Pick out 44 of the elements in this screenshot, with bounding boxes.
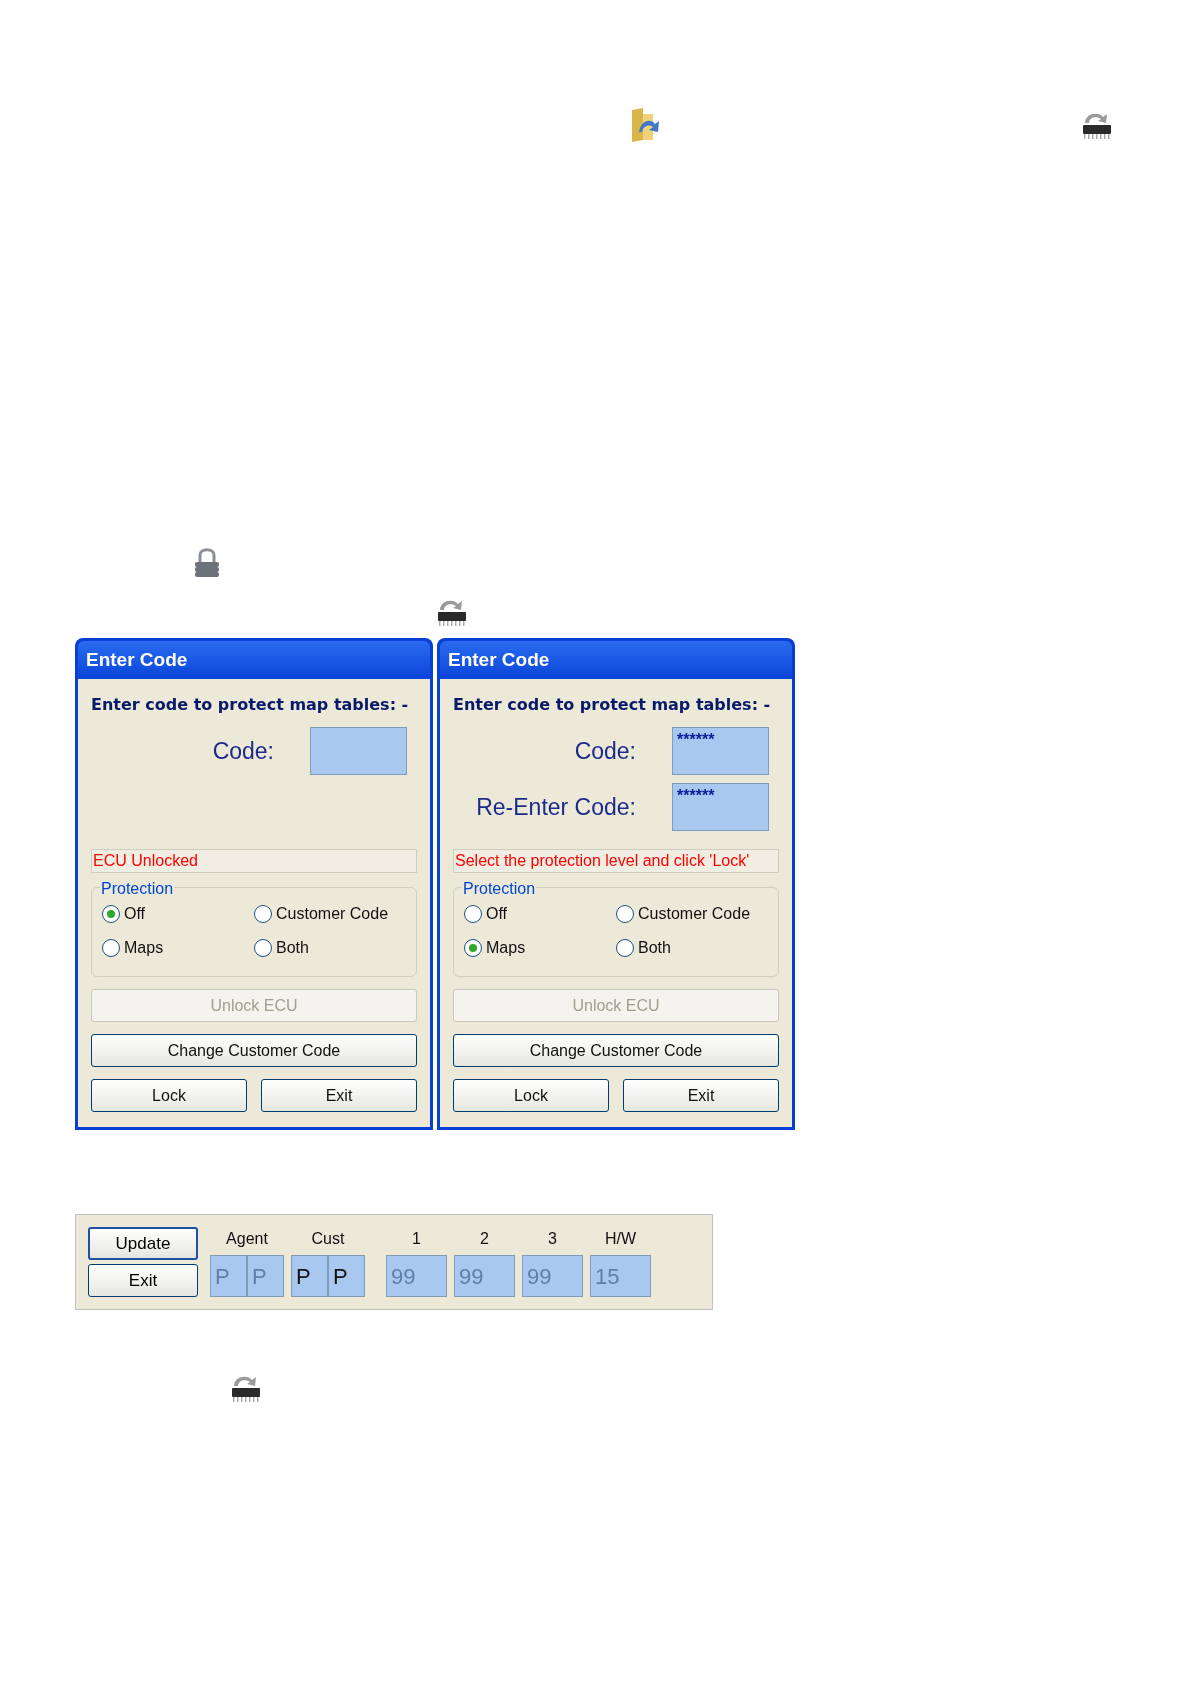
column-label: 3 [548, 1229, 557, 1249]
radio-button[interactable] [464, 939, 482, 957]
prompt-text: Enter code to protect map tables: - [453, 694, 772, 716]
field-label: Re-Enter Code: [476, 792, 636, 822]
column-label: 2 [480, 1229, 489, 1249]
toolbar-button[interactable]: Update [88, 1227, 198, 1260]
window-title: Enter Code [78, 641, 430, 679]
status-text: ECU Unlocked [91, 849, 417, 873]
field-label: Code: [212, 736, 274, 766]
status-text: Select the protection level and click 'Lock' [453, 849, 779, 873]
dialog-button[interactable]: Lock [91, 1079, 247, 1112]
column-label: H/W [604, 1229, 637, 1249]
field-label: Code: [574, 736, 636, 766]
value-field[interactable]: P [291, 1255, 328, 1297]
radio-option[interactable]: Customer Code [616, 902, 768, 926]
wide-button[interactable]: Change Customer Code [453, 1034, 779, 1067]
radio-button[interactable] [464, 905, 482, 923]
dialog-button[interactable]: Exit [261, 1079, 417, 1112]
column-label: Agent [226, 1229, 268, 1249]
radio-option[interactable]: Both [254, 936, 406, 960]
radio-option[interactable]: Maps [102, 936, 254, 960]
column-label: 1 [412, 1229, 421, 1249]
radio-button[interactable] [254, 939, 272, 957]
radio-button[interactable] [102, 939, 120, 957]
dialog-button[interactable]: Exit [623, 1079, 779, 1112]
radio-button[interactable] [254, 905, 272, 923]
window-title: Enter Code [440, 641, 792, 679]
radio-button[interactable] [616, 905, 634, 923]
radio-option[interactable]: Off [464, 902, 616, 926]
radio-option[interactable]: Both [616, 936, 768, 960]
code-field[interactable]: ****** [672, 727, 769, 775]
dialog-button[interactable]: Lock [453, 1079, 609, 1112]
radio-option[interactable]: Maps [464, 936, 616, 960]
radio-button[interactable] [616, 939, 634, 957]
radio-option[interactable]: Off [102, 902, 254, 926]
radio-option[interactable]: Customer Code [254, 902, 406, 926]
code-field[interactable] [310, 727, 407, 775]
radio-button[interactable] [102, 905, 120, 923]
value-field[interactable]: P [328, 1255, 365, 1297]
prompt-text: Enter code to protect map tables: - [91, 694, 410, 716]
toolbar-button[interactable]: Exit [88, 1264, 198, 1297]
column-label: Cust [311, 1229, 345, 1249]
wide-button[interactable]: Change Customer Code [91, 1034, 417, 1067]
code-field[interactable]: ****** [672, 783, 769, 831]
